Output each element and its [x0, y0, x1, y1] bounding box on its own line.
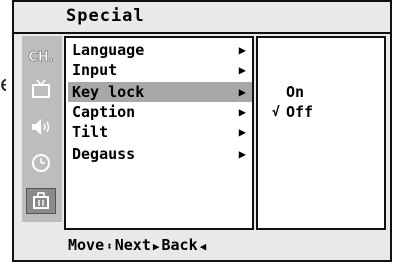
menu-item-label: Language [72, 41, 145, 59]
background-letter: e [0, 70, 6, 100]
arrow-right-icon: ▶ [238, 105, 246, 119]
menu-item-label: Input [72, 61, 118, 79]
help-move-label: Move [68, 236, 105, 254]
menu-item-degauss[interactable]: Degauss ▶ [68, 144, 252, 164]
arrow-right-icon: ▶ [238, 147, 246, 161]
menu-item-label: Degauss [72, 145, 136, 163]
option-off[interactable]: √ Off [272, 102, 382, 122]
menu-item-key-lock[interactable]: Key lock ▶ [68, 82, 252, 102]
special-icon[interactable] [26, 188, 56, 214]
osd-menu-window: Special CH. Language ▶ Input ▶ Key lock … [12, 0, 392, 262]
submenu-panel: On √ Off [256, 36, 386, 230]
speaker-icon[interactable] [26, 114, 56, 140]
arrow-right-icon: ▶ [152, 240, 160, 253]
menu-list-panel: Language ▶ Input ▶ Key lock ▶ Caption ▶ … [64, 36, 254, 230]
clock-glyph [32, 154, 50, 172]
menu-item-language[interactable]: Language ▶ [68, 40, 252, 60]
channel-icon[interactable]: CH. [26, 44, 56, 70]
speaker-glyph [32, 119, 50, 135]
arrow-right-icon: ▶ [238, 125, 246, 139]
option-label: On [286, 83, 305, 101]
arrow-right-icon: ▶ [238, 85, 246, 99]
arrow-left-icon: ◀ [199, 240, 207, 253]
clock-icon[interactable] [26, 150, 56, 176]
option-on[interactable]: On [272, 82, 382, 102]
menu-item-label: Tilt [72, 123, 109, 141]
menu-item-input[interactable]: Input ▶ [68, 60, 252, 80]
check-mark-icon: √ [272, 105, 280, 120]
category-sidebar: CH. [22, 36, 62, 222]
help-back-label: Back [161, 236, 198, 254]
osd-title-bar: Special [14, 2, 390, 34]
up-down-arrow-icon: ⬍ [106, 240, 113, 253]
tv-icon[interactable] [26, 76, 56, 102]
menu-item-label: Key lock [72, 83, 145, 101]
arrow-right-icon: ▶ [238, 43, 246, 57]
tv-glyph [32, 79, 50, 98]
menu-item-caption[interactable]: Caption ▶ [68, 102, 252, 122]
option-label: Off [286, 103, 314, 121]
page-title: Special [66, 6, 145, 26]
channel-label: CH. [28, 49, 54, 65]
help-next-label: Next [114, 236, 151, 254]
arrow-right-icon: ▶ [238, 63, 246, 77]
special-glyph [33, 192, 49, 209]
menu-item-tilt[interactable]: Tilt ▶ [68, 122, 252, 142]
menu-item-label: Caption [72, 103, 136, 121]
help-bar: Move ⬍ Next ▶ Back ◀ [68, 234, 208, 256]
